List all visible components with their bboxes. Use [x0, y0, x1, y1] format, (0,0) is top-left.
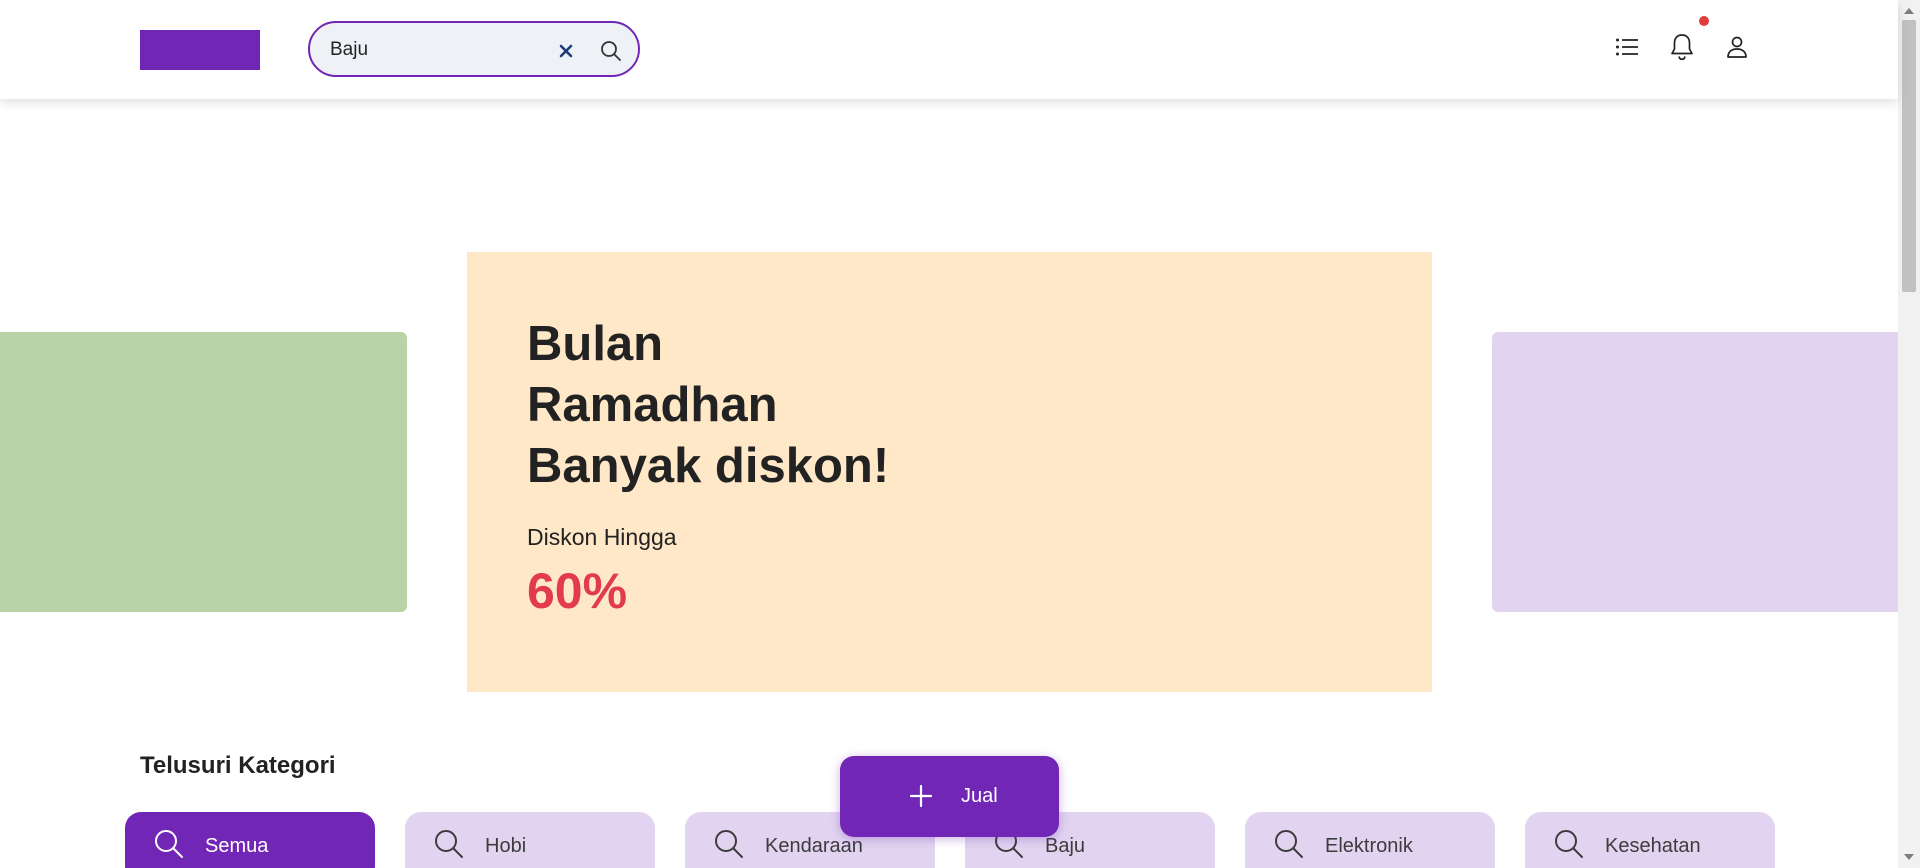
search-icon [155, 830, 183, 858]
category-label: Kesehatan [1605, 835, 1701, 857]
page-scrollbar[interactable] [1898, 0, 1920, 868]
search-icon [1275, 830, 1303, 858]
scroll-down-arrow-icon[interactable] [1904, 854, 1914, 860]
list-icon [1616, 38, 1638, 56]
carousel-slide-next[interactable] [1492, 332, 1898, 612]
notification-button[interactable] [1667, 32, 1697, 62]
search-icon [435, 830, 463, 858]
banner-title-line: Ramadhan [527, 378, 778, 432]
user-icon [1727, 36, 1747, 58]
category-section-title: Telusuri Kategori [140, 752, 336, 779]
category-label: Semua [205, 835, 269, 857]
list-button[interactable] [1612, 32, 1642, 62]
notification-badge [1699, 16, 1709, 26]
logo[interactable] [140, 30, 260, 70]
search-icon [1555, 830, 1583, 858]
search-icon [601, 41, 621, 61]
category-label: Kendaraan [765, 835, 863, 857]
bell-icon [1671, 34, 1693, 61]
search-input[interactable] [330, 37, 530, 63]
scrollbar-thumb[interactable] [1902, 20, 1916, 292]
category-chip-elektronik[interactable]: Elektronik [1245, 812, 1495, 868]
search-box [308, 21, 640, 77]
banner-discount: 60% [527, 563, 628, 619]
category-chip-semua[interactable]: Semua [125, 812, 375, 868]
plus-icon [909, 784, 933, 808]
search-icon [715, 830, 743, 858]
category-label: Elektronik [1325, 835, 1413, 857]
banner-title: Bulan Ramadhan Banyak diskon! [527, 314, 889, 497]
banner-subtitle: Diskon Hingga [527, 524, 677, 550]
sell-button[interactable]: Jual [840, 756, 1059, 837]
search-button[interactable] [597, 37, 625, 65]
carousel-slide-previous[interactable] [0, 332, 407, 612]
page: Bulan Ramadhan Banyak diskon! Diskon Hin… [0, 0, 1920, 868]
account-button[interactable] [1722, 32, 1752, 62]
category-label: Baju [1045, 835, 1086, 857]
promo-banner[interactable]: Bulan Ramadhan Banyak diskon! Diskon Hin… [467, 252, 1432, 692]
category-chip-hobi[interactable]: Hobi [405, 812, 655, 868]
navbar [0, 0, 1898, 99]
sell-button-label: Jual [961, 785, 998, 807]
banner-title-line: Bulan [527, 317, 664, 371]
close-icon [559, 44, 573, 58]
banner-title-line: Banyak diskon! [527, 439, 890, 493]
scroll-up-arrow-icon[interactable] [1904, 8, 1914, 14]
clear-search-button[interactable] [554, 39, 578, 63]
category-label: Hobi [485, 835, 527, 857]
category-chip-kesehatan[interactable]: Kesehatan [1525, 812, 1775, 868]
